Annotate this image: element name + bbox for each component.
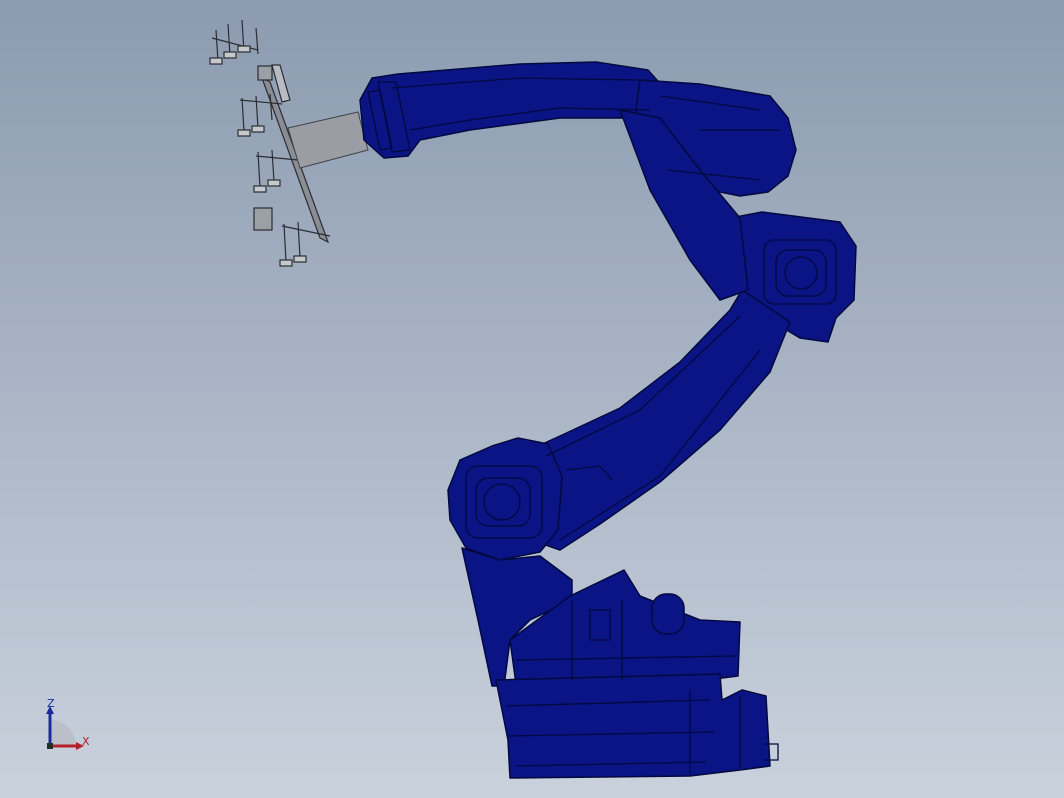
triad-x-label: X — [82, 735, 90, 748]
robot-base-motor[interactable] — [651, 593, 685, 635]
robot-base-pedestal[interactable] — [495, 673, 771, 779]
triad-z-label: Z — [47, 697, 55, 710]
graphics-viewport[interactable]: Z X — [0, 0, 1064, 798]
robot-forearm[interactable] — [359, 61, 665, 159]
robot-model[interactable] — [0, 0, 1064, 798]
tool-flange-shaft[interactable] — [287, 111, 369, 169]
coordinate-triad: Z X — [38, 698, 108, 758]
robot-shoulder-joint[interactable] — [447, 437, 563, 561]
